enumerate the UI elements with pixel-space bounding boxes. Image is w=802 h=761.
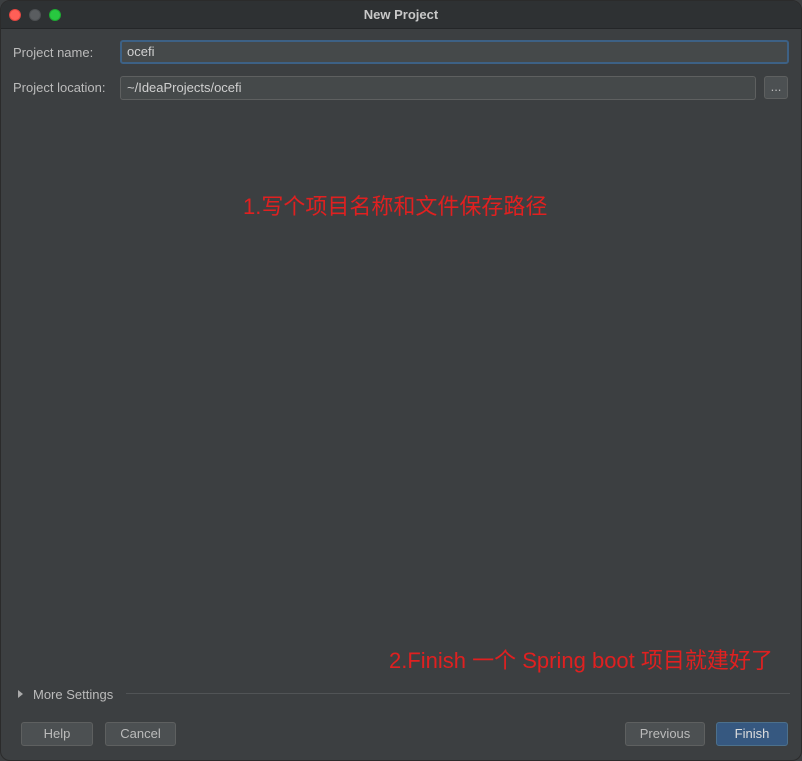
more-settings-toggle[interactable]: More Settings: [18, 685, 113, 703]
project-name-input[interactable]: ocefi: [120, 40, 789, 64]
expand-arrow-icon: [18, 690, 23, 698]
cancel-button[interactable]: Cancel: [105, 722, 176, 746]
more-settings-label: More Settings: [33, 686, 114, 702]
more-settings-divider: [126, 693, 790, 694]
new-project-dialog: New Project Project name: ocefi Project …: [0, 0, 802, 761]
help-button[interactable]: Help: [21, 722, 93, 746]
annotation-step-1: 1.写个项目名称和文件保存路径: [243, 194, 548, 219]
project-location-input[interactable]: ~/IdeaProjects/ocefi: [120, 76, 756, 100]
project-location-label: Project location:: [13, 80, 106, 95]
annotation-step-2: 2.Finish 一个 Spring boot 项目就建好了: [389, 648, 773, 673]
previous-button[interactable]: Previous: [625, 722, 705, 746]
title-bar: New Project: [1, 1, 801, 29]
project-name-label: Project name:: [13, 45, 94, 60]
window-title: New Project: [363, 7, 439, 22]
browse-location-button[interactable]: ...: [764, 76, 788, 99]
finish-button[interactable]: Finish: [716, 722, 788, 746]
